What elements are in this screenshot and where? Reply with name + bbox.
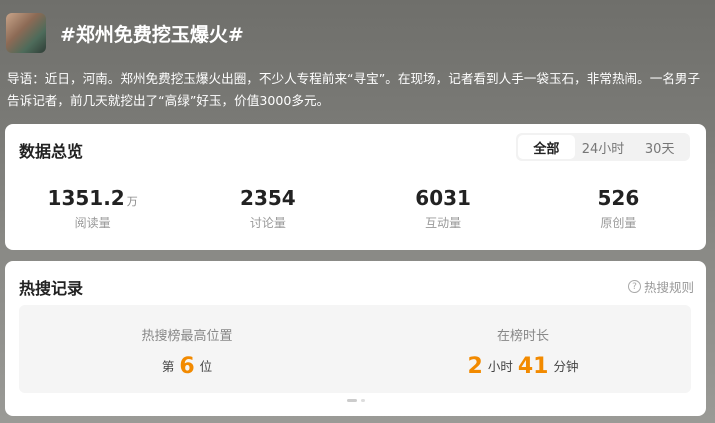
highest-position-label: 热搜榜最高位置 [141,329,233,344]
stat-originals: 526 原创量 [531,186,706,231]
time-on-list-value: 2 小时 41 分钟 [355,354,691,379]
topic-title: #郑州免费挖玉爆火# [60,24,244,46]
pager-dot-active[interactable] [347,399,357,402]
tab-24h[interactable]: 24小时 [575,135,632,159]
stat-label: 原创量 [600,216,637,230]
time-on-list: 在榜时长 2 小时 41 分钟 [355,305,691,393]
rank-prefix: 第 [161,359,175,374]
stat-label: 互动量 [425,216,462,230]
hot-search-title: 热搜记录 [19,279,84,298]
highest-position-value: 第6位 [19,354,355,379]
hot-search-rules-link[interactable]: ? 热搜规则 [627,277,694,296]
stat-label: 阅读量 [74,216,111,230]
stat-label: 讨论量 [249,216,286,230]
stat-value: 2354 [240,186,296,210]
topic-intro: 导语：近日，河南。郑州免费挖玉爆火出圈，不少人专程前来“寻宝”。在现场，记者看到… [7,71,701,108]
stat-value: 1351.2 [47,186,125,210]
minutes-number: 41 [517,354,549,379]
pager-dot[interactable] [361,399,365,402]
topic-header: #郑州免费挖玉爆火# 导语：近日，河南。郑州免费挖玉爆火出圈，不少人专程前来“寻… [0,0,715,122]
stats-row: 1351.2 万 阅读量 2354 讨论量 6031 互动量 526 原创量 [5,186,706,231]
hours-number: 2 [467,354,483,379]
carousel-pager [347,399,365,402]
time-range-tabs: 全部 24小时 30天 [516,133,690,161]
time-on-list-label: 在榜时长 [496,329,549,344]
overview-title: 数据总览 [19,142,84,161]
stat-value: 526 [597,186,640,210]
tab-all[interactable]: 全部 [518,135,575,159]
rank-suffix: 位 [199,359,213,374]
topic-thumbnail[interactable] [6,13,46,53]
rules-label: 热搜规则 [643,280,694,295]
stat-value: 6031 [415,186,471,210]
hot-search-stats-box: 热搜榜最高位置 第6位 在榜时长 2 小时 41 分钟 [19,305,691,393]
stat-interactions: 6031 互动量 [356,186,531,231]
data-overview-card: 数据总览 全部 24小时 30天 1351.2 万 阅读量 2354 讨论量 60… [5,124,706,250]
minutes-unit: 分钟 [553,359,579,374]
stat-discussions: 2354 讨论量 [180,186,355,231]
question-circle-icon: ? [627,280,641,293]
hot-search-card: 热搜记录 ? 热搜规则 热搜榜最高位置 第6位 在榜时长 2 小时 41 分钟 [5,261,706,416]
highest-position: 热搜榜最高位置 第6位 [19,305,355,393]
tab-30d[interactable]: 30天 [631,135,688,159]
stat-unit: 万 [126,195,138,208]
stat-reads: 1351.2 万 阅读量 [5,186,180,231]
hours-unit: 小时 [487,359,513,374]
rank-number: 6 [179,354,195,379]
